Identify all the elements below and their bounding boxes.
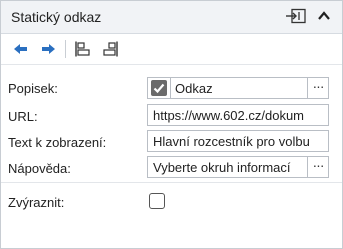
chevron-up-icon[interactable] [315, 7, 333, 25]
toolbar-separator [65, 40, 66, 58]
arrow-right-icon[interactable] [39, 41, 57, 57]
panel-title: Statický odkaz [11, 9, 102, 25]
static-link-panel: Statický odkaz Popisek: Odkaz ··· URL: h… [0, 0, 343, 249]
panel-header: Statický odkaz [1, 1, 342, 34]
popisek-more-button[interactable]: ··· [307, 78, 328, 98]
napoveda-field[interactable]: Vyberte okruh informací ··· [147, 156, 329, 178]
napoveda-more-button[interactable]: ··· [307, 157, 328, 177]
display-text-field[interactable]: Hlavní rozcestník pro volbu [147, 130, 329, 152]
display-text-label: Text k zobrazení: [8, 135, 107, 150]
toolbar [1, 34, 342, 65]
popisek-checkbox[interactable] [151, 80, 167, 96]
align-left-icon[interactable] [74, 41, 92, 57]
zvyraznit-label: Zvýraznit: [8, 195, 65, 210]
field-divider [170, 78, 171, 98]
arrow-left-icon[interactable] [12, 41, 30, 57]
napoveda-label: Nápověda: [8, 161, 71, 176]
popisek-value: Odkaz [175, 81, 213, 96]
section-divider [1, 182, 342, 183]
display-text-value: Hlavní rozcestník pro volbu [153, 134, 310, 149]
napoveda-value: Vyberte okruh informací [153, 160, 291, 175]
url-value: https://www.602.cz/dokum [153, 108, 305, 123]
align-right-icon[interactable] [101, 41, 119, 57]
url-field[interactable]: https://www.602.cz/dokum [147, 104, 329, 126]
popisek-field[interactable]: Odkaz ··· [147, 77, 329, 99]
zvyraznit-checkbox[interactable] [149, 193, 165, 209]
url-label: URL: [8, 109, 38, 124]
undock-icon[interactable] [285, 8, 307, 24]
popisek-label: Popisek: [8, 81, 58, 96]
